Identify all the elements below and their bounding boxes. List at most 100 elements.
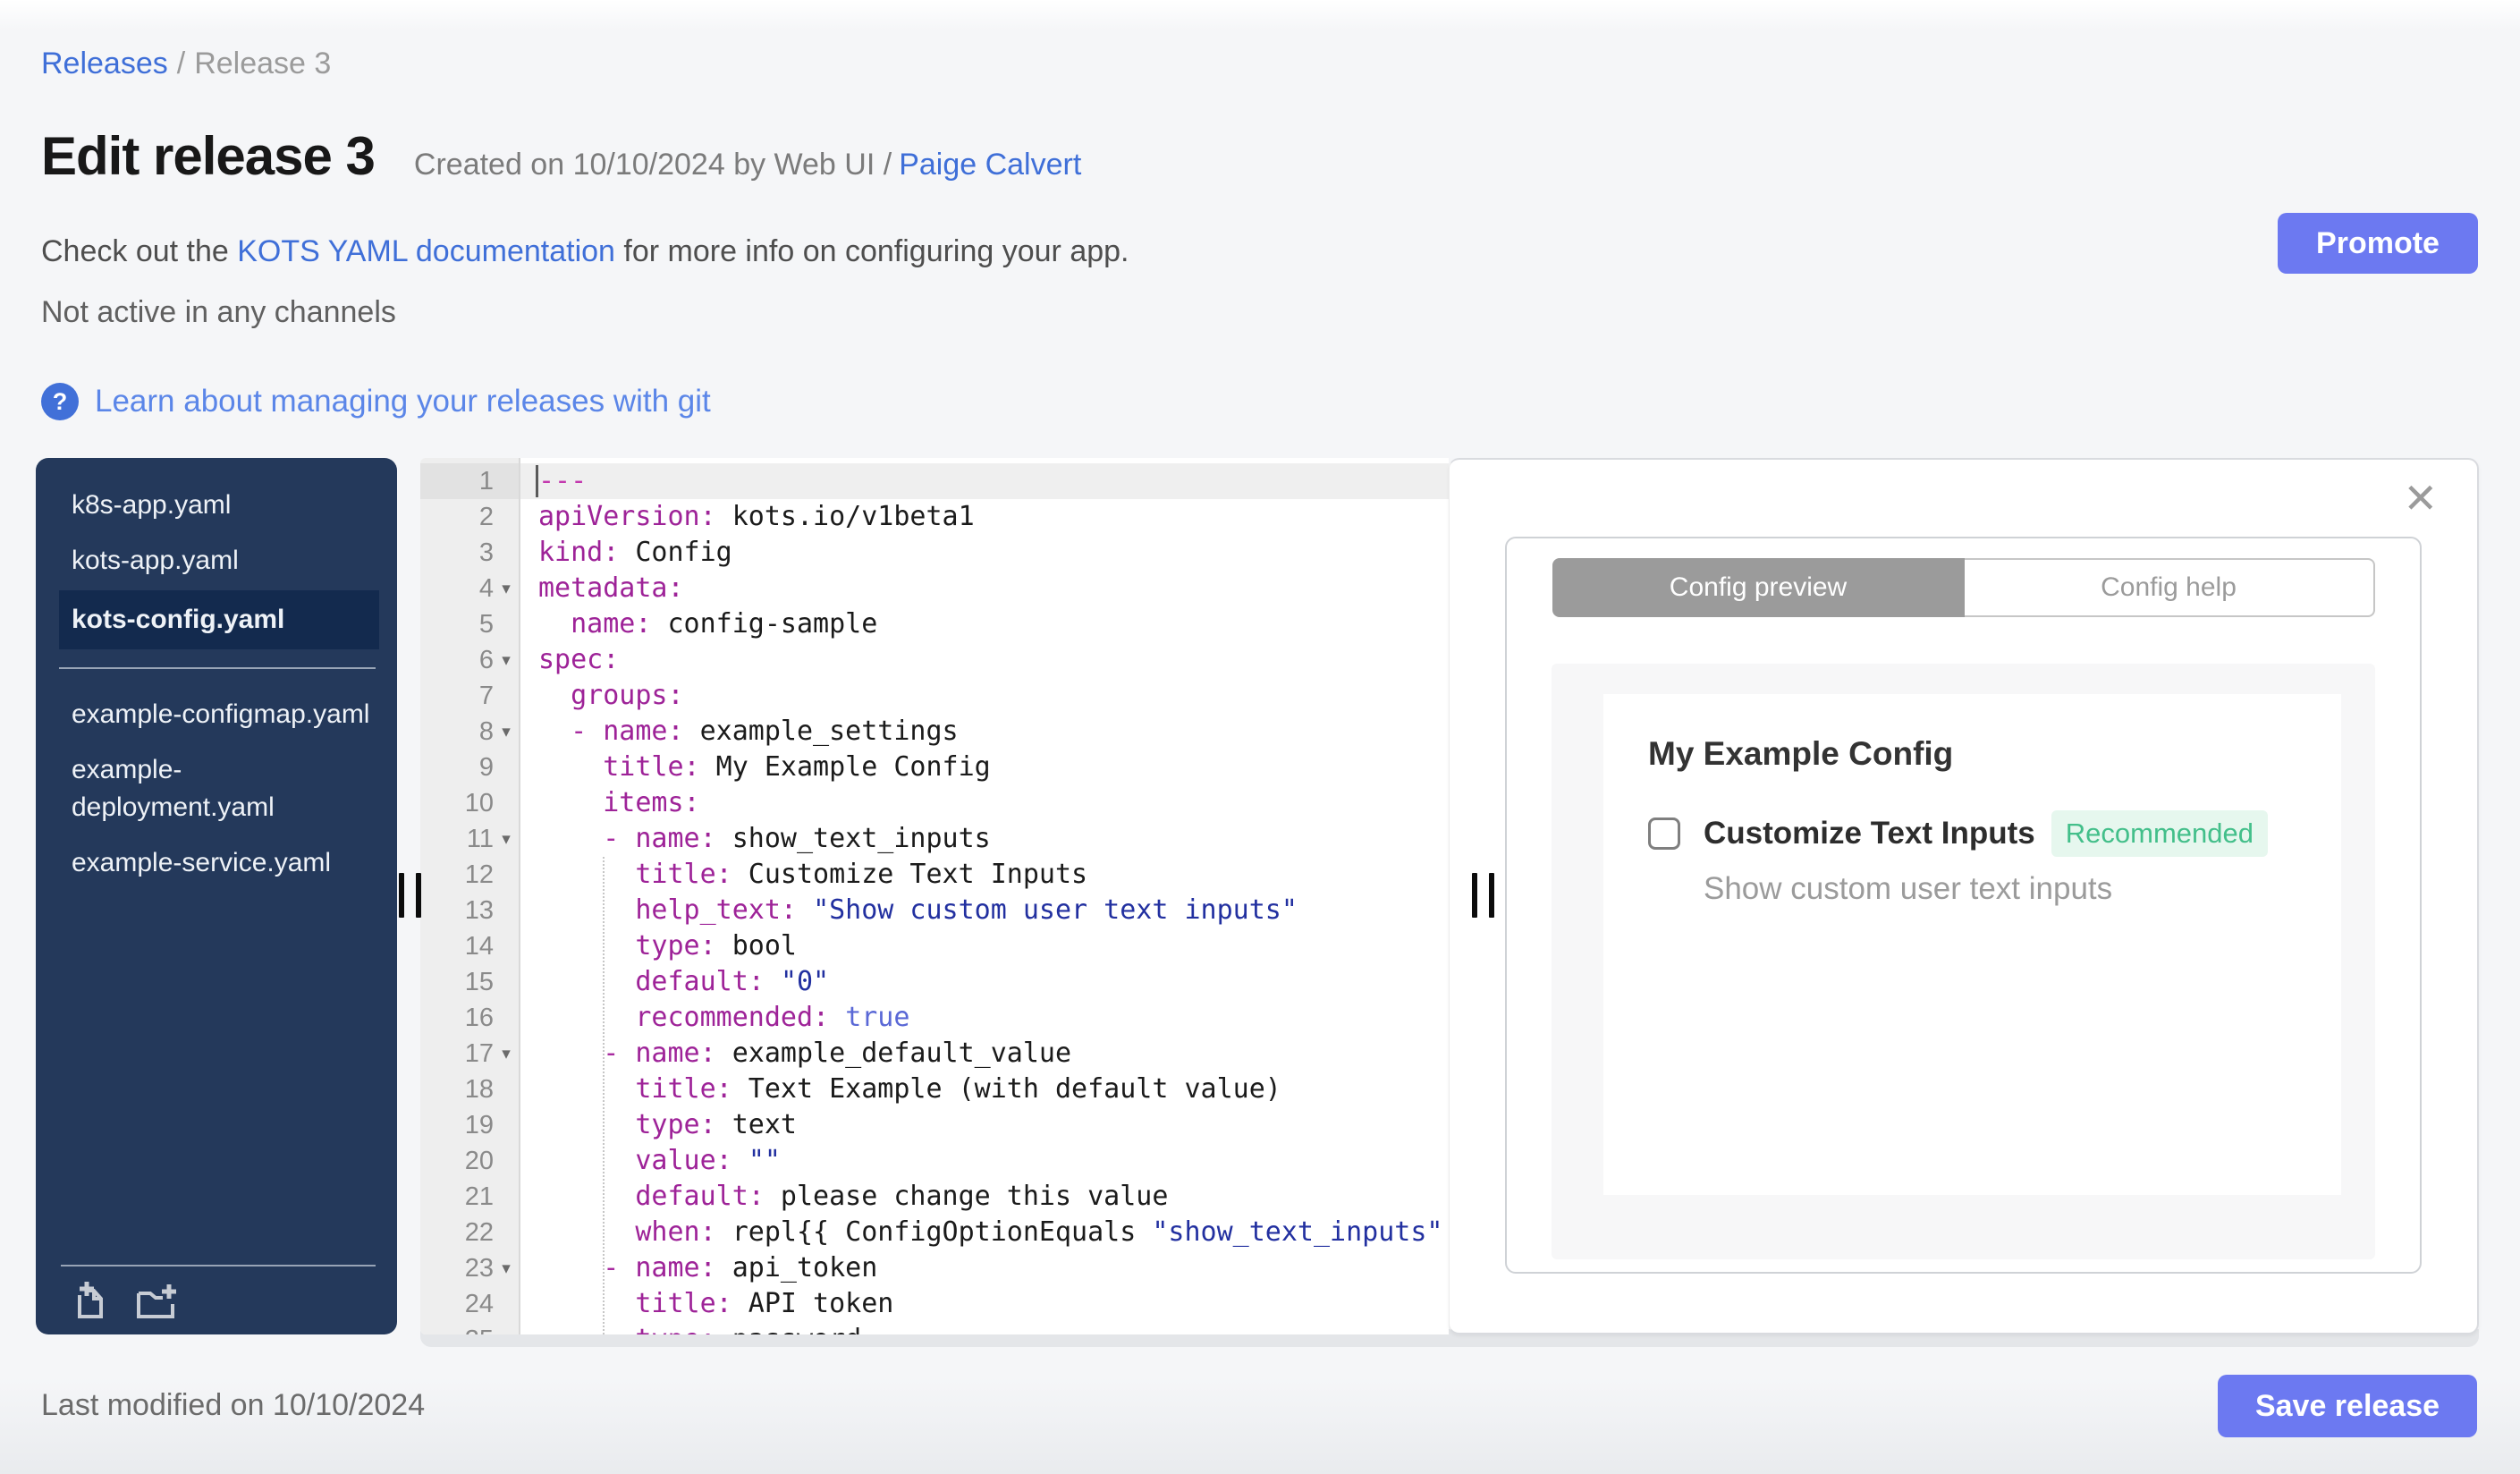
doc-hint-prefix: Check out the bbox=[41, 234, 238, 268]
editor-code-area[interactable]: --- apiVersion: kots.io/v1beta1 kind: Conf… bbox=[520, 458, 1449, 1334]
gutter-line-17: 17 ▾ bbox=[420, 1036, 519, 1072]
created-meta: Created on 10/10/2024 by Web UI / Paige C… bbox=[414, 148, 1081, 182]
gutter-line-12: 12 bbox=[420, 857, 519, 893]
code-line-15: default: "0" bbox=[635, 966, 830, 997]
line-number: 7 bbox=[478, 681, 494, 710]
code-line-14: type: bool bbox=[635, 930, 797, 961]
code-line-5: name: config-sample bbox=[571, 608, 878, 640]
kots-yaml-doc-link[interactable]: KOTS YAML documentation bbox=[237, 234, 615, 268]
file-list-primary: k8s-app.yaml kots-app.yaml kots-config.yam… bbox=[36, 458, 397, 651]
fold-arrow-icon[interactable]: ▾ bbox=[494, 1260, 519, 1277]
code-line-1: --- bbox=[520, 463, 1449, 499]
breadcrumb: Releases / Release 3 bbox=[41, 47, 331, 81]
new-file-icon[interactable] bbox=[70, 1281, 111, 1322]
gutter-line-20: 20 bbox=[420, 1143, 519, 1179]
editor-preview-split-handle[interactable] bbox=[1472, 873, 1494, 918]
gutter-line-2: 2 bbox=[420, 499, 519, 535]
line-number: 24 bbox=[464, 1289, 494, 1318]
doc-hint: Check out the KOTS YAML documentation fo… bbox=[41, 234, 1129, 269]
code-line-13: help_text: "Show custom user text inputs… bbox=[635, 894, 1298, 926]
gutter-line-15: 15 bbox=[420, 964, 519, 1000]
gutter-line-14: 14 bbox=[420, 928, 519, 964]
gutter-line-21: 21 bbox=[420, 1179, 519, 1215]
file-sidebar: k8s-app.yaml kots-app.yaml kots-config.yam… bbox=[36, 458, 397, 1334]
sidebar-file-kots-config.yaml[interactable]: kots-config.yaml bbox=[59, 590, 379, 649]
fold-arrow-icon[interactable]: ▾ bbox=[494, 724, 519, 741]
created-text: Created on 10/10/2024 by Web UI / bbox=[413, 148, 892, 182]
save-release-button[interactable]: Save release bbox=[2218, 1375, 2477, 1437]
text-cursor bbox=[536, 465, 538, 497]
breadcrumb-current: Release 3 bbox=[194, 47, 332, 80]
recommended-badge: Recommended bbox=[2051, 810, 2268, 857]
code-line-16: recommended: true bbox=[635, 1002, 910, 1033]
gutter-line-25: 25 bbox=[420, 1322, 519, 1335]
fold-arrow-icon[interactable]: ▾ bbox=[494, 580, 519, 597]
git-help-row: ? Learn about managing your releases wit… bbox=[41, 383, 711, 420]
customize-text-inputs-checkbox[interactable] bbox=[1648, 817, 1680, 850]
line-number: 6 bbox=[478, 645, 494, 674]
channel-status: Not active in any channels bbox=[41, 295, 396, 329]
tab-config-preview[interactable]: Config preview bbox=[1552, 558, 1965, 617]
line-number: 17 bbox=[464, 1038, 494, 1068]
line-number: 4 bbox=[478, 573, 494, 603]
gutter-line-3: 3 bbox=[420, 535, 519, 571]
line-number: 5 bbox=[478, 609, 494, 639]
gutter-line-11: 11 ▾ bbox=[420, 821, 519, 857]
new-folder-icon[interactable] bbox=[136, 1281, 177, 1322]
code-line-17: - name: example_default_value bbox=[603, 1038, 1072, 1069]
sidebar-file-example-configmap.yaml[interactable]: example-configmap.yaml bbox=[36, 687, 397, 742]
line-number: 13 bbox=[464, 895, 494, 925]
sidebar-editor-split-handle[interactable] bbox=[399, 873, 421, 918]
gutter-line-23: 23 ▾ bbox=[420, 1250, 519, 1286]
line-number: 22 bbox=[464, 1217, 494, 1247]
config-item-help-text: Show custom user text inputs bbox=[1704, 871, 2113, 906]
code-lines: --- apiVersion: kots.io/v1beta1 kind: Conf… bbox=[520, 463, 1449, 1334]
config-card: My Example Config Customize Text Inputs … bbox=[1603, 694, 2341, 1195]
gutter-line-8: 8 ▾ bbox=[420, 714, 519, 750]
tab-config-help[interactable]: Config help bbox=[1964, 558, 2375, 617]
line-number: 8 bbox=[478, 716, 494, 746]
code-line-22: when: repl{{ ConfigOptionEquals "show_te… bbox=[635, 1216, 1443, 1248]
line-number: 15 bbox=[464, 967, 494, 996]
fold-arrow-icon[interactable]: ▾ bbox=[494, 652, 519, 669]
page-title: Edit release 3 bbox=[41, 126, 376, 186]
code-line-25: type: password bbox=[538, 1322, 1449, 1334]
line-number: 20 bbox=[464, 1146, 494, 1175]
fold-arrow-icon[interactable]: ▾ bbox=[494, 1046, 519, 1063]
edit-release-page: Releases / Release 3 Edit release 3 Create… bbox=[0, 0, 2520, 1474]
code-line-8: - name: example_settings bbox=[571, 716, 959, 747]
preview-tabs: Config preview Config help bbox=[1552, 558, 2375, 617]
code-line-7: groups: bbox=[571, 680, 684, 711]
gutter-line-18: 18 bbox=[420, 1072, 519, 1107]
yaml-editor: 1 2 3 4 ▾ 5 6 ▾ 7 8 ▾ 9 10 11 ▾ 12 13 14 15 16 17 ▾ 18 19 20 21 22… bbox=[420, 458, 1449, 1334]
close-icon[interactable]: ✕ bbox=[2403, 478, 2438, 519]
gutter-line-10: 10 bbox=[420, 785, 519, 821]
gutter-line-9: 9 bbox=[420, 750, 519, 785]
code-line-6: spec: bbox=[538, 644, 620, 675]
workspace: k8s-app.yaml kots-app.yaml kots-config.yam… bbox=[36, 458, 2479, 1347]
code-line-12: title: Customize Text Inputs bbox=[635, 859, 1088, 890]
created-author-link[interactable]: Paige Calvert bbox=[899, 148, 1081, 182]
sidebar-actions bbox=[36, 1266, 397, 1334]
gutter-line-6: 6 ▾ bbox=[420, 642, 519, 678]
gutter-line-22: 22 bbox=[420, 1215, 519, 1250]
editor-gutter: 1 2 3 4 ▾ 5 6 ▾ 7 8 ▾ 9 10 11 ▾ 12 13 14 15 16 17 ▾ 18 19 20 21 22… bbox=[420, 458, 520, 1334]
breadcrumb-releases-link[interactable]: Releases bbox=[41, 47, 168, 80]
code-line-23: - name: api_token bbox=[603, 1252, 878, 1283]
sidebar-file-k8s-app.yaml[interactable]: k8s-app.yaml bbox=[36, 478, 397, 533]
code-line-4: metadata: bbox=[538, 572, 684, 604]
sidebar-file-example-service.yaml[interactable]: example-service.yaml bbox=[36, 835, 397, 891]
line-number: 2 bbox=[478, 502, 494, 531]
config-item-row: Customize Text Inputs Recommended bbox=[1648, 810, 2296, 857]
fold-arrow-icon[interactable]: ▾ bbox=[494, 831, 519, 848]
git-releases-link[interactable]: Learn about managing your releases with … bbox=[95, 384, 711, 419]
line-number: 10 bbox=[464, 788, 494, 817]
code-line-21: default: please change this value bbox=[635, 1181, 1169, 1212]
sidebar-file-example-deployment.yaml[interactable]: example-deployment.yaml bbox=[36, 742, 397, 835]
promote-button[interactable]: Promote bbox=[2278, 213, 2478, 274]
line-number: 14 bbox=[464, 931, 494, 961]
code-line-18: title: Text Example (with default value) bbox=[635, 1073, 1281, 1105]
breadcrumb-separator: / bbox=[176, 47, 186, 80]
sidebar-file-kots-app.yaml[interactable]: kots-app.yaml bbox=[36, 533, 397, 589]
